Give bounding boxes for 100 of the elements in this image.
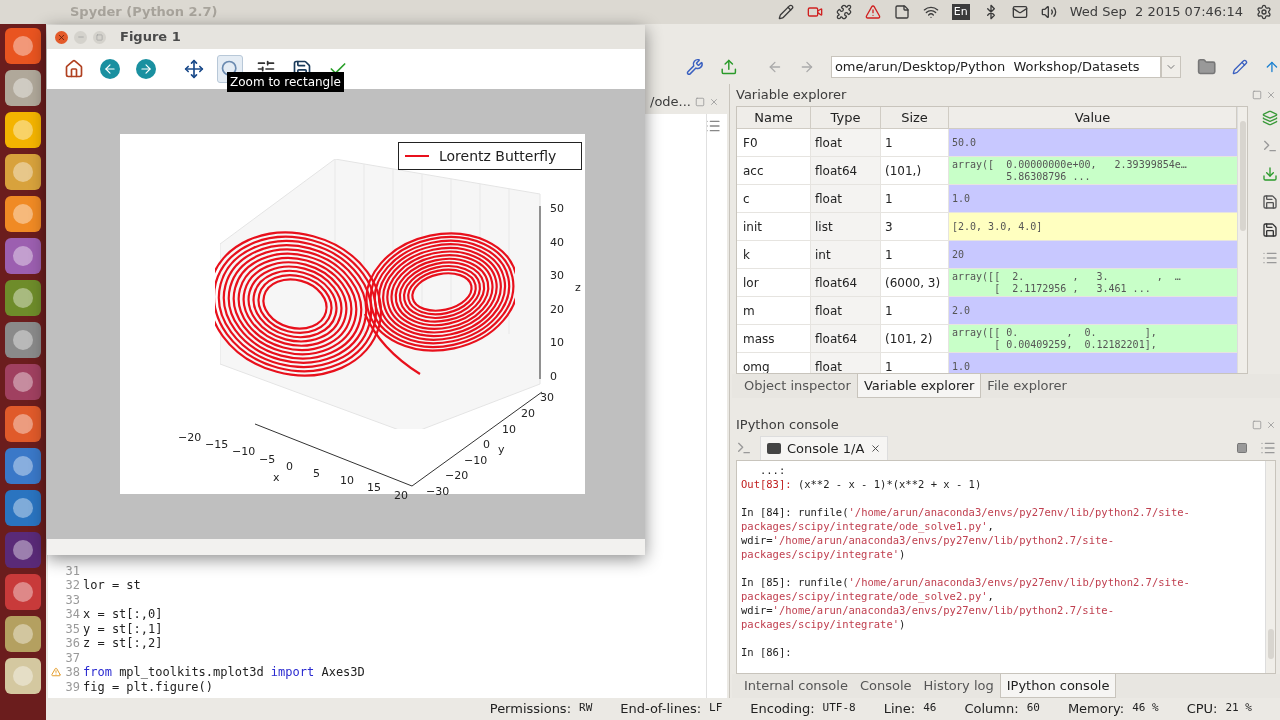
tick-label: 15 (367, 482, 381, 494)
volume-icon[interactable] (1040, 4, 1057, 20)
console-line: wdir='/home/arun/anaconda3/envs/py27env/lib/python2.7/site- (741, 603, 1114, 617)
upload-icon[interactable] (719, 57, 738, 77)
app-icon[interactable] (5, 364, 41, 400)
close-icon (57, 32, 66, 42)
legend-line-icon (405, 155, 429, 157)
tab[interactable]: File explorer (981, 374, 1073, 398)
tick-label: 5 (313, 468, 320, 479)
console-tab[interactable]: Console 1/A (760, 436, 889, 460)
tick-label: 0 (483, 439, 490, 451)
save-icon[interactable] (1262, 222, 1278, 238)
wifi-icon[interactable] (922, 4, 939, 20)
code-line: x = st[:,0] (83, 606, 163, 623)
pan-icon (184, 59, 204, 79)
puzzle-icon[interactable] (835, 4, 852, 20)
tick-label: −5 (259, 453, 276, 465)
scrollbar[interactable] (1237, 107, 1247, 373)
value-text: [2.0, 3.0, 4.0] (952, 220, 1044, 233)
forward-icon (136, 59, 156, 79)
tab[interactable]: Variable explorer (856, 374, 982, 398)
table-cell: float (811, 353, 881, 373)
tools-icon[interactable] (686, 57, 704, 77)
app-icon[interactable] (5, 154, 41, 190)
options-icon[interactable] (1262, 250, 1278, 266)
tab[interactable]: IPython console (999, 674, 1117, 698)
value-text: [ 2.1172956 , 3.461 ... (993, 282, 1152, 295)
console-line: packages/scipy/integrate/ode_solve2.py', (741, 589, 994, 603)
value-text: 5.86308796 ... (1005, 170, 1092, 183)
back-icon (100, 59, 120, 79)
app-icon[interactable] (5, 490, 41, 526)
stop-icon[interactable] (1236, 442, 1248, 454)
tick-label: 0 (550, 371, 557, 382)
app-icon[interactable] (5, 196, 41, 232)
pencil-icon[interactable] (777, 4, 794, 20)
app-icon[interactable] (5, 322, 41, 358)
new-console-icon[interactable] (736, 440, 752, 456)
tick-label: 20 (394, 489, 408, 501)
value-text: 1.0 (952, 192, 972, 205)
legend-label: Lorentz Butterfly (439, 146, 557, 166)
close-icon[interactable] (870, 443, 882, 454)
value-text: 20 (952, 248, 966, 261)
app-icon[interactable] (5, 238, 41, 274)
tab[interactable]: Internal console (738, 674, 854, 698)
tick-label: −20 (178, 432, 202, 443)
note-icon[interactable] (893, 4, 910, 20)
minimize-icon (76, 33, 85, 41)
options-icon[interactable] (1260, 440, 1276, 456)
code-line: fig = plt.figure() (83, 679, 214, 696)
app-icon[interactable] (5, 532, 41, 568)
terminal-icon[interactable] (1262, 138, 1278, 154)
video-icon[interactable] (806, 4, 823, 20)
scrollbar[interactable] (1265, 461, 1275, 673)
column-header[interactable]: Type (811, 107, 881, 128)
tick-label: 30 (550, 270, 564, 282)
tab[interactable]: Object inspector (738, 374, 857, 398)
table-cell: float (811, 129, 881, 156)
tab[interactable]: History log (917, 674, 1000, 698)
tick-label: −10 (464, 454, 488, 466)
import-icon[interactable] (1262, 166, 1278, 182)
app-icon[interactable] (5, 28, 41, 64)
path-field[interactable]: ome/arun/Desktop/Python Workshop/Datasets (830, 56, 1161, 78)
table-cell: float64 (811, 325, 881, 352)
settings-icon[interactable] (1256, 4, 1272, 20)
app-icon[interactable] (5, 574, 41, 610)
app-icon[interactable] (5, 406, 41, 442)
status-value: RW (579, 700, 593, 717)
clock[interactable]: Wed Sep 2 2015 07:46:14 (1069, 2, 1243, 22)
home-icon (64, 59, 84, 79)
layers-icon[interactable] (1262, 110, 1278, 126)
value-text: 2.0 (952, 304, 972, 317)
value-text: [ 0.00409259, 0.12182201], (993, 338, 1158, 351)
table-cell: float64 (811, 157, 881, 184)
save-icon[interactable] (1262, 194, 1278, 210)
app-icon[interactable] (5, 112, 41, 148)
app-icon[interactable] (5, 658, 41, 694)
status-label: Encoding: (750, 700, 815, 719)
keyboard-indicator[interactable]: En (951, 4, 970, 20)
console-line: packages/scipy/integrate/ode_solve1.py', (741, 519, 994, 533)
axis-label: z (575, 282, 581, 293)
status-value: 60 (1026, 700, 1040, 717)
maximize-icon (96, 33, 103, 41)
column-header[interactable]: Size (881, 107, 949, 128)
tab[interactable]: Console (853, 674, 918, 698)
axis-label: y (498, 444, 505, 455)
column-header[interactable]: Name (737, 107, 811, 128)
table-cell: float (811, 297, 881, 324)
console-line: In [84]: runfile('/home/arun/anaconda3/envs/py27env/lib/python2.7/site- (741, 505, 1190, 519)
value-text: array([[ 2. , 3. , … (952, 270, 1182, 283)
tick-label: 10 (550, 337, 564, 349)
warning-icon[interactable] (864, 4, 881, 20)
table-cell: list (811, 213, 881, 240)
close-button[interactable] (55, 30, 68, 44)
app-icon[interactable] (5, 616, 41, 652)
app-icon[interactable] (5, 280, 41, 316)
mail-icon[interactable] (1011, 4, 1028, 20)
options-icon[interactable] (705, 118, 721, 134)
console-line: packages/scipy/integrate') (741, 547, 906, 561)
app-icon[interactable] (5, 448, 41, 484)
app-icon[interactable] (5, 70, 41, 106)
